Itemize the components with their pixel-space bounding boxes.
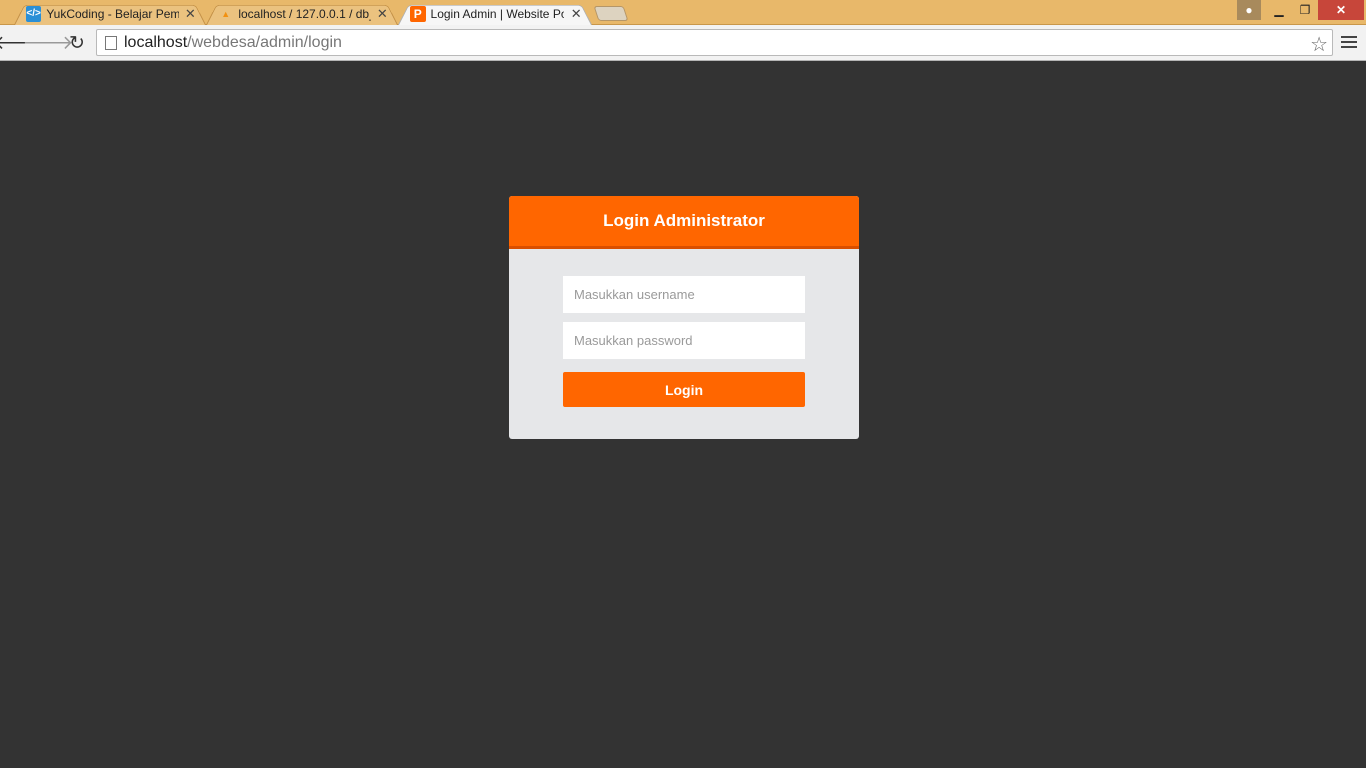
browser-toolbar: 🡐 🡒 ↻ localhost/webdesa/admin/login ☆ — [0, 25, 1366, 61]
tab-phpmyadmin[interactable]: ▲ localhost / 127.0.0.1 / db_ ✕ — [206, 2, 398, 25]
tab-yukcoding[interactable]: </> YukCoding - Belajar Pemrograman ✕ — [14, 2, 206, 25]
menu-icon[interactable] — [1341, 32, 1357, 52]
close-icon[interactable]: ✕ — [185, 6, 197, 22]
address-bar[interactable]: localhost/webdesa/admin/login ☆ — [96, 29, 1333, 56]
login-title: Login Administrator — [509, 196, 859, 249]
tab-login-admin[interactable]: P Login Admin | Website Portal ✕ — [398, 2, 592, 25]
close-window-icon[interactable]: ✕ — [1318, 0, 1364, 20]
p-icon: P — [410, 5, 426, 22]
close-icon[interactable]: ✕ — [377, 6, 389, 22]
login-card: Login Administrator Login — [509, 196, 859, 439]
forward-arrow-icon[interactable]: 🡒 — [23, 31, 74, 55]
url-path: /webdesa/admin/login — [187, 33, 342, 51]
minimize-icon[interactable]: ▁ — [1266, 0, 1292, 20]
phpmyadmin-icon: ▲ — [221, 8, 231, 19]
password-input[interactable] — [563, 322, 805, 359]
close-icon[interactable]: ✕ — [570, 6, 582, 22]
tab-title: Login Admin | Website Portal — [430, 6, 565, 21]
bookmark-star-icon[interactable]: ☆ — [1310, 32, 1328, 57]
window-titlebar: </> YukCoding - Belajar Pemrograman ✕ ▲ … — [0, 0, 1366, 25]
restore-icon[interactable]: ❐ — [1292, 0, 1318, 20]
tab-title: YukCoding - Belajar Pemrograman — [46, 6, 179, 21]
reload-icon[interactable]: ↻ — [65, 31, 89, 55]
new-tab-button[interactable] — [593, 6, 629, 21]
tab-title: localhost / 127.0.0.1 / db_ — [238, 6, 371, 21]
login-button[interactable]: Login — [563, 372, 805, 407]
user-icon[interactable]: ● — [1237, 0, 1261, 20]
code-icon: </> — [26, 5, 42, 22]
url-host: localhost — [124, 33, 188, 51]
username-input[interactable] — [563, 276, 805, 313]
page-icon — [105, 35, 117, 50]
url-text[interactable]: localhost/webdesa/admin/login — [124, 34, 342, 52]
